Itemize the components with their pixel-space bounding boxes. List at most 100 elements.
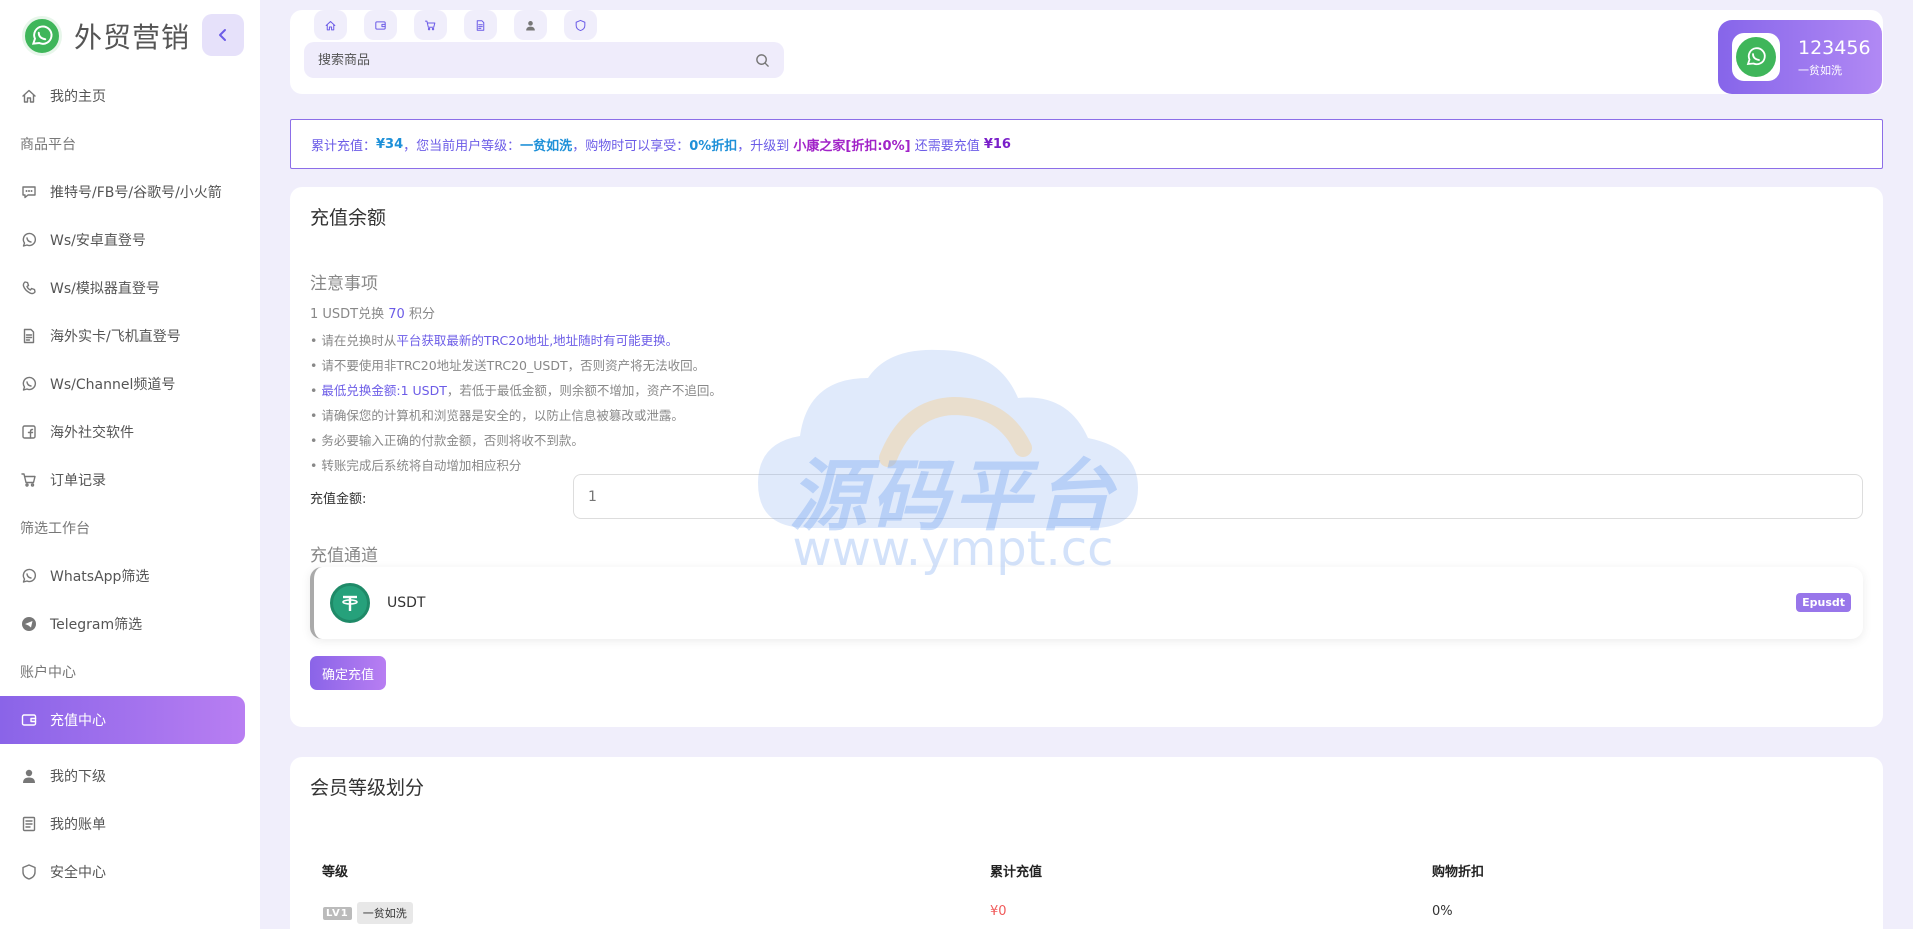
document-icon (23, 328, 35, 344)
document-icon (476, 19, 485, 31)
bill-icon (22, 816, 36, 832)
avatar (1732, 33, 1780, 81)
level-discount: 0% (1432, 904, 1453, 919)
quick-wallet-button[interactable] (364, 10, 397, 40)
recharge-notice: 累计充值： ¥34 ，您当前用户等级： 一贫如洗 ，购物时可以享受： 0%折扣 ，升级到 小… (290, 119, 1883, 169)
sidebar-item-telegram-filter[interactable]: Telegram筛选 (0, 600, 260, 648)
sidebar: 外贸营销 我的主页商品平台推特号/FB号/谷歌号/小火箭 Ws/安卓直登号 Ws/模… (0, 0, 260, 929)
quick-document-button[interactable] (464, 10, 497, 40)
channel-title: 充值通道 (310, 546, 378, 566)
sidebar-item-bills[interactable]: 我的账单 (0, 800, 260, 848)
notice-text: 累计充值： (311, 138, 377, 154)
sidebar-item-ws-android[interactable]: Ws/安卓直登号 (0, 216, 260, 264)
whatsapp-icon (22, 232, 37, 247)
note-text: • 请确保您的计算机和浏览器是安全的，以防止信息被篡改或泄露。 (310, 408, 684, 423)
quick-icons (314, 10, 597, 40)
notice-text: 还需要充值 (910, 138, 984, 154)
table-header: 等级 累计充值 购物折扣 (290, 861, 1883, 881)
notes-title: 注意事项 (310, 274, 378, 294)
note-text: • 请在兑换时从 (310, 333, 397, 348)
notice-discount: 0%折扣 (689, 138, 738, 154)
shield-icon (22, 864, 36, 880)
topbar (290, 10, 1883, 94)
level-badge: LV1 一贫如洗 (323, 902, 413, 924)
recharge-card: 充值余额 注意事项 1 USDT兑换 70 积分 • 请在兑换时从平台获取最新的… (290, 187, 1883, 727)
exchange-rate: 1 USDT兑换 70 积分 (310, 303, 435, 322)
notice-next-level: 小康之家[折扣:0%] (793, 138, 911, 154)
phone-icon (22, 281, 36, 295)
note-highlight: 平台获取最新的TRC20地址,地址随时有可能更换。 (396, 333, 679, 348)
notice-needed: ¥16 (983, 136, 1011, 152)
facebook-icon (22, 425, 36, 439)
usdt-icon (330, 583, 370, 623)
sidebar-item-overseas-card[interactable]: 海外实卡/飞机直登号 (0, 312, 260, 360)
user-name: 123456 (1798, 36, 1871, 59)
sidebar-item-label: 订单记录 (50, 473, 106, 489)
wallet-icon (375, 20, 386, 30)
note-text: • (310, 383, 322, 398)
rate-prefix: 1 USDT兑换 (310, 307, 389, 322)
note-item: • 请确保您的计算机和浏览器是安全的，以防止信息被篡改或泄露。 (310, 403, 722, 428)
quick-user-button[interactable] (514, 10, 547, 40)
notice-text: ，升级到 (737, 138, 794, 154)
note-item: • 请在兑换时从平台获取最新的TRC20地址,地址随时有可能更换。 (310, 328, 722, 353)
level-name: 一贫如洗 (356, 902, 413, 924)
sidebar-item-recharge[interactable]: 充值中心 (0, 696, 245, 744)
sidebar-item-orders[interactable]: 订单记录 (0, 456, 260, 504)
sidebar-item-ws-emulator[interactable]: Ws/模拟器直登号 (0, 264, 260, 312)
home-icon (22, 89, 36, 103)
notice-text: ，购物时可以享受： (572, 138, 690, 154)
sidebar-item-whatsapp-filter[interactable]: WhatsApp筛选 (0, 552, 260, 600)
home-icon (325, 20, 336, 30)
sidebar-item-label: WhatsApp筛选 (50, 569, 150, 585)
amount-label: 充值金额: (310, 492, 367, 507)
sidebar-item-label: Telegram筛选 (50, 617, 143, 633)
sidebar-item-home[interactable]: 我的主页 (0, 72, 260, 120)
sidebar-item-subordinates[interactable]: 我的下级 (0, 752, 260, 800)
sidebar-section-label: 商品平台 (20, 137, 76, 153)
sidebar-item-label: 充值中心 (50, 713, 106, 729)
note-text: • 转账完成后系统将自动增加相应积分 (310, 458, 522, 473)
cart-icon (424, 20, 436, 30)
sidebar-item-label: 安全中心 (50, 865, 106, 881)
channel-name: USDT (387, 595, 426, 611)
note-item: • 最低兑换金额:1 USDT，若低于最低金额，则余额不增加，资产不追回。 (310, 378, 722, 403)
notes-list: • 请在兑换时从平台获取最新的TRC20地址,地址随时有可能更换。 • 请不要使用… (310, 328, 722, 478)
sidebar-item-label: Ws/Channel频道号 (50, 377, 176, 393)
column-header-level: 等级 (322, 865, 349, 880)
levels-title: 会员等级划分 (310, 777, 425, 799)
confirm-recharge-button[interactable]: 确定充值 (310, 656, 387, 690)
sidebar-item-label: 我的主页 (50, 89, 106, 105)
level-tag: LV1 (323, 906, 352, 920)
user-card[interactable]: 123456 一贫如洗 (1718, 20, 1882, 94)
search-icon[interactable] (755, 53, 770, 68)
search-input[interactable] (318, 52, 755, 68)
sidebar-item-label: 推特号/FB号/谷歌号/小火箭 (50, 185, 222, 201)
level-total: ¥0 (990, 904, 1007, 919)
table-row: LV1 一贫如洗 ¥0 0% (290, 902, 1883, 926)
rate-value: 70 (388, 307, 405, 322)
sidebar-item-social-apps[interactable]: 海外社交软件 (0, 408, 260, 456)
page-title: 充值余额 (310, 207, 387, 229)
channel-badge: Epusdt (1796, 593, 1851, 612)
sidebar-section-label: 筛选工作台 (20, 521, 90, 537)
collapse-sidebar-button[interactable] (202, 14, 244, 56)
note-item: • 务必要输入正确的付款金额，否则将收不到款。 (310, 428, 722, 453)
sidebar-item-security[interactable]: 安全中心 (0, 848, 260, 896)
sidebar-item-ws-channel[interactable]: Ws/Channel频道号 (0, 360, 260, 408)
note-text: • 务必要输入正确的付款金额，否则将收不到款。 (310, 433, 584, 448)
sidebar-item-twitter-fb[interactable]: 推特号/FB号/谷歌号/小火箭 (0, 168, 260, 216)
brand-logo-icon (22, 16, 62, 56)
quick-shield-button[interactable] (564, 10, 597, 40)
quick-cart-button[interactable] (414, 10, 447, 40)
wallet-icon (21, 714, 37, 726)
quick-home-button[interactable] (314, 10, 347, 40)
channel-option-usdt[interactable]: USDT Epusdt (310, 567, 1863, 639)
brand-name: 外贸营销 (74, 21, 191, 54)
sidebar-item-label: 我的账单 (50, 817, 106, 833)
amount-input[interactable] (573, 474, 1863, 519)
user-level: 一贫如洗 (1798, 63, 1842, 77)
rate-suffix: 积分 (404, 307, 435, 322)
member-levels-card: 会员等级划分 等级 累计充值 购物折扣 LV1 一贫如洗 ¥0 0% (290, 757, 1883, 929)
note-item: • 请不要使用非TRC20地址发送TRC20_USDT，否则资产将无法收回。 (310, 353, 722, 378)
